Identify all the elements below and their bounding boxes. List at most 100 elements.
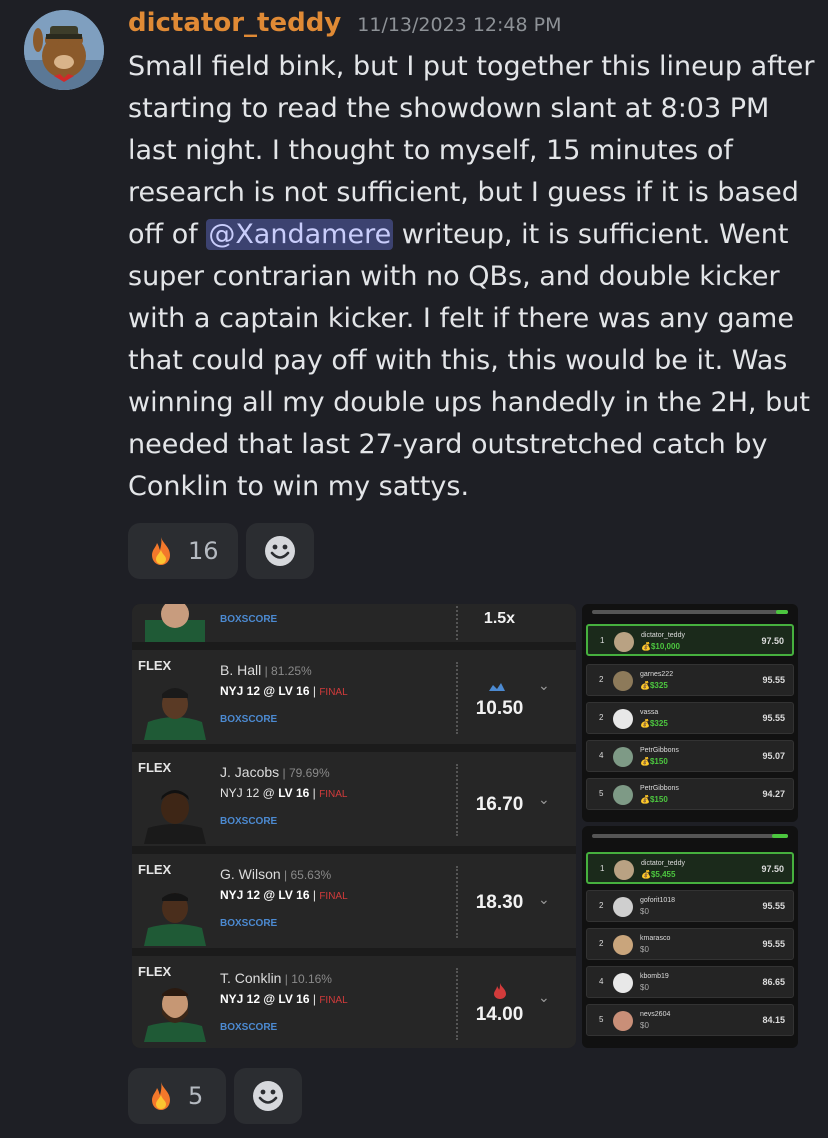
leaderboard-row[interactable]: 5 nevs2604 $0 84.15: [586, 1004, 794, 1036]
entrant-name: PetrGibbons: [640, 747, 679, 754]
leaderboard-row[interactable]: 2 vassa 💰$325 95.55: [586, 702, 794, 734]
username[interactable]: dictator_teddy: [128, 8, 341, 38]
reaction-count: 5: [188, 1082, 204, 1110]
roster-slot: FLEX: [138, 862, 172, 877]
avatar: [613, 671, 633, 691]
player-photo: [145, 604, 205, 642]
message-timestamp[interactable]: 11/13/2023 12:48 PM: [357, 14, 561, 36]
progress-fill: [772, 834, 788, 838]
avatar: [614, 860, 634, 880]
add-reaction-button[interactable]: [234, 1068, 302, 1124]
multiplier: 1.5x: [483, 610, 516, 627]
leaderboard-row[interactable]: 5 PetrGibbons 💰$150 94.27: [586, 778, 794, 810]
fire-icon: [494, 983, 506, 999]
player-name[interactable]: B. Hall: [220, 662, 261, 678]
game-info: NYJ 12 @ LV 16 | FINAL: [220, 786, 348, 800]
player-photo: [144, 893, 206, 946]
game-info: NYJ 12 @ LV 16 | FINAL: [220, 888, 348, 902]
lineup-row[interactable]: FLEX B. Hall | 81.25% NYJ 12 @ LV 16 | F…: [132, 650, 576, 744]
leaderboard-row[interactable]: 1 dictator_teddy 💰$10,000 97.50: [586, 624, 794, 656]
chevron-down-icon[interactable]: ⌄: [538, 892, 550, 908]
entrant-name: kmarasco: [640, 935, 671, 942]
ownership-pct: 65.63%: [290, 868, 332, 882]
boxscore-link[interactable]: BOXSCORE: [220, 816, 277, 827]
game-status: FINAL: [319, 891, 348, 902]
chevron-down-icon[interactable]: ⌄: [538, 990, 550, 1006]
chevron-down-icon[interactable]: ⌄: [538, 678, 550, 694]
roster-slot: FLEX: [138, 760, 172, 775]
avatar: [613, 747, 633, 767]
roster-slot: FLEX: [138, 658, 172, 673]
avatar: [613, 897, 633, 917]
leaderboard-attachment[interactable]: 1 dictator_teddy 💰$5,455 97.50 2 goforit…: [582, 826, 798, 1048]
lineup-row-partial: BOXSCORE 1.5x: [132, 604, 576, 642]
score: 95.55: [762, 713, 785, 723]
reaction-count: 16: [188, 537, 219, 565]
entrant-name: kbomb19: [640, 973, 669, 980]
game-status: FINAL: [319, 789, 348, 800]
leaderboard-row[interactable]: 4 kbomb19 $0 86.65: [586, 966, 794, 998]
game-score: NYJ 12 @ LV 16: [220, 992, 310, 1006]
add-reaction-button[interactable]: [246, 523, 314, 579]
game-score: NYJ 12 @ LV 16: [220, 684, 310, 698]
prize: $0: [640, 1021, 649, 1030]
player-photo: [144, 988, 206, 1042]
boxscore-link[interactable]: BOXSCORE: [220, 714, 277, 725]
game-score-bold: LV 16: [278, 786, 310, 800]
leaderboard-row[interactable]: 4 PetrGibbons 💰$150 95.07: [586, 740, 794, 772]
entrant-name: dictator_teddy: [641, 860, 685, 867]
boxscore-link[interactable]: BOXSCORE: [220, 918, 277, 929]
leaderboard-row[interactable]: 2 garnes222 💰$325 95.55: [586, 664, 794, 696]
fire-reaction[interactable]: 16: [128, 523, 238, 579]
score: 95.55: [762, 939, 785, 949]
player-name-line: B. Hall | 81.25%: [220, 662, 312, 678]
rank: 1: [600, 636, 605, 645]
score: 94.27: [762, 789, 785, 799]
lineup-row[interactable]: FLEX G. Wilson | 65.63% NYJ 12 @ LV 16 |…: [132, 854, 576, 948]
chevron-down-icon[interactable]: ⌄: [538, 792, 550, 808]
user-avatar[interactable]: [24, 10, 104, 90]
leaderboard-row[interactable]: 2 kmarasco $0 95.55: [586, 928, 794, 960]
prize: 💰$150: [640, 757, 668, 766]
entrant-name: vassa: [640, 709, 659, 716]
rank: 2: [599, 939, 604, 948]
game-score: NYJ 12 @: [220, 786, 279, 800]
fire-reaction[interactable]: 5: [128, 1068, 226, 1124]
entrant-name: PetrGibbons: [640, 785, 679, 792]
player-name[interactable]: G. Wilson: [220, 866, 281, 882]
rank: 4: [599, 977, 604, 986]
score: 97.50: [761, 636, 784, 646]
player-name[interactable]: J. Jacobs: [220, 764, 279, 780]
rank: 1: [600, 864, 605, 873]
score: 95.55: [762, 675, 785, 685]
divider: [456, 764, 458, 836]
game-status: FINAL: [319, 687, 348, 698]
leaderboard-attachment[interactable]: 1 dictator_teddy 💰$10,000 97.50 2 garnes…: [582, 604, 798, 822]
leaderboard-row[interactable]: 1 dictator_teddy 💰$5,455 97.50: [586, 852, 794, 884]
divider: [456, 866, 458, 938]
avatar: [613, 785, 633, 805]
player-name-line: G. Wilson | 65.63%: [220, 866, 332, 882]
message-text-part: writeup, it is sufficient. Went super co…: [128, 219, 810, 502]
boxscore-link[interactable]: BOXSCORE: [220, 1022, 277, 1033]
user-mention[interactable]: @Xandamere: [206, 219, 394, 250]
lineup-row[interactable]: FLEX J. Jacobs | 79.69% NYJ 12 @ LV 16 |…: [132, 752, 576, 846]
player-photo: [144, 790, 206, 844]
ice-icon: [489, 683, 505, 691]
lineup-attachment[interactable]: BOXSCORE 1.5x FLEX B. Hall | 81.25% NYJ …: [132, 604, 576, 1048]
score: 97.50: [761, 864, 784, 874]
prize: 💰$150: [640, 795, 668, 804]
score: 86.65: [762, 977, 785, 987]
leaderboard-row[interactable]: 2 goforit1018 $0 95.55: [586, 890, 794, 922]
lineup-row[interactable]: FLEX T. Conklin | 10.16% NYJ 12 @ LV 16 …: [132, 956, 576, 1048]
reaction-bar: 5: [128, 1068, 302, 1124]
player-name[interactable]: T. Conklin: [220, 970, 281, 986]
rank: 5: [599, 789, 604, 798]
message-text: Small field bink, but I put together thi…: [128, 46, 818, 508]
entrant-name: goforit1018: [640, 897, 676, 904]
rank: 2: [599, 901, 604, 910]
fantasy-points: 14.00: [475, 1004, 524, 1025]
ownership-pct: 79.69%: [288, 766, 330, 780]
boxscore-link[interactable]: BOXSCORE: [220, 614, 277, 625]
fantasy-points: 18.30: [475, 892, 524, 913]
